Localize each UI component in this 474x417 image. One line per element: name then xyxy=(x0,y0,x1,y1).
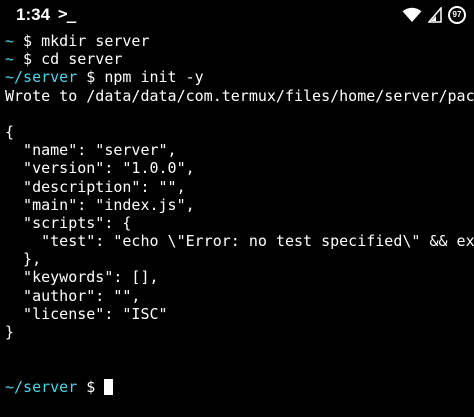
terminal-line: ~ $ cd server xyxy=(5,50,474,68)
line-text: { xyxy=(5,122,15,141)
wifi-icon xyxy=(402,7,422,22)
cell-signal-icon xyxy=(428,7,442,23)
terminal-line: "version": "1.0.0", xyxy=(5,159,474,177)
terminal-line: "name": "server", xyxy=(5,141,474,159)
terminal-line: Wrote to /data/data/com.termux/files/hom… xyxy=(5,87,474,105)
terminal-line: "main": "index.js", xyxy=(5,196,474,214)
terminal-prompt-icon: >_ xyxy=(58,4,76,23)
line-text: "author": "", xyxy=(5,286,141,305)
terminal-line: ~/server $ xyxy=(5,378,474,396)
line-text: "license": "ISC" xyxy=(5,304,168,323)
line-text: } xyxy=(5,323,15,341)
terminal-line: "license": "ISC" xyxy=(5,305,474,323)
line-text: "version": "1.0.0", xyxy=(5,159,195,178)
line-text: $ mkdir server xyxy=(14,32,150,50)
battery-icon: 97 xyxy=(448,6,466,24)
line-text: $ cd server xyxy=(14,50,123,69)
line-text: "keywords": [], xyxy=(5,268,159,287)
line-text: }, xyxy=(5,250,42,269)
terminal-line: ~/server $ npm init -y xyxy=(5,68,474,86)
prompt-path: ~ xyxy=(5,32,15,50)
prompt-path: ~/server xyxy=(5,377,78,396)
line-text: $ npm init -y xyxy=(77,68,204,87)
terminal-line: ~ $ mkdir server xyxy=(5,32,474,50)
line-text: "description": "", xyxy=(5,177,186,196)
terminal-line: } xyxy=(5,323,474,341)
line-text: "main": "index.js", xyxy=(5,195,195,214)
terminal-line: { xyxy=(5,123,474,141)
status-bar: 1:34 >_ 97 xyxy=(0,0,474,32)
terminal-line: "description": "", xyxy=(5,178,474,196)
terminal-line: "scripts": { xyxy=(5,214,474,232)
line-text: "test": "echo \"Error: no test specified… xyxy=(5,232,474,251)
text-cursor xyxy=(104,378,114,395)
terminal-line: "test": "echo \"Error: no test specified… xyxy=(5,232,474,250)
line-text: Wrote to /data/data/com.termux/files/hom… xyxy=(5,86,474,105)
status-clock: 1:34 xyxy=(16,5,51,24)
terminal-line: "keywords": [], xyxy=(5,268,474,286)
line-text: $ xyxy=(77,377,105,396)
system-icons: 97 xyxy=(402,4,466,26)
prompt-path: ~/server xyxy=(5,68,78,87)
terminal-line: }, xyxy=(5,250,474,268)
terminal-line: "author": "", xyxy=(5,287,474,305)
line-text: "scripts": { xyxy=(5,213,132,232)
prompt-path: ~ xyxy=(5,50,15,69)
line-text: "name": "server", xyxy=(5,141,177,160)
terminal-output[interactable]: ~ $ mkdir server ~ $ cd server ~/server $ … xyxy=(5,32,474,417)
